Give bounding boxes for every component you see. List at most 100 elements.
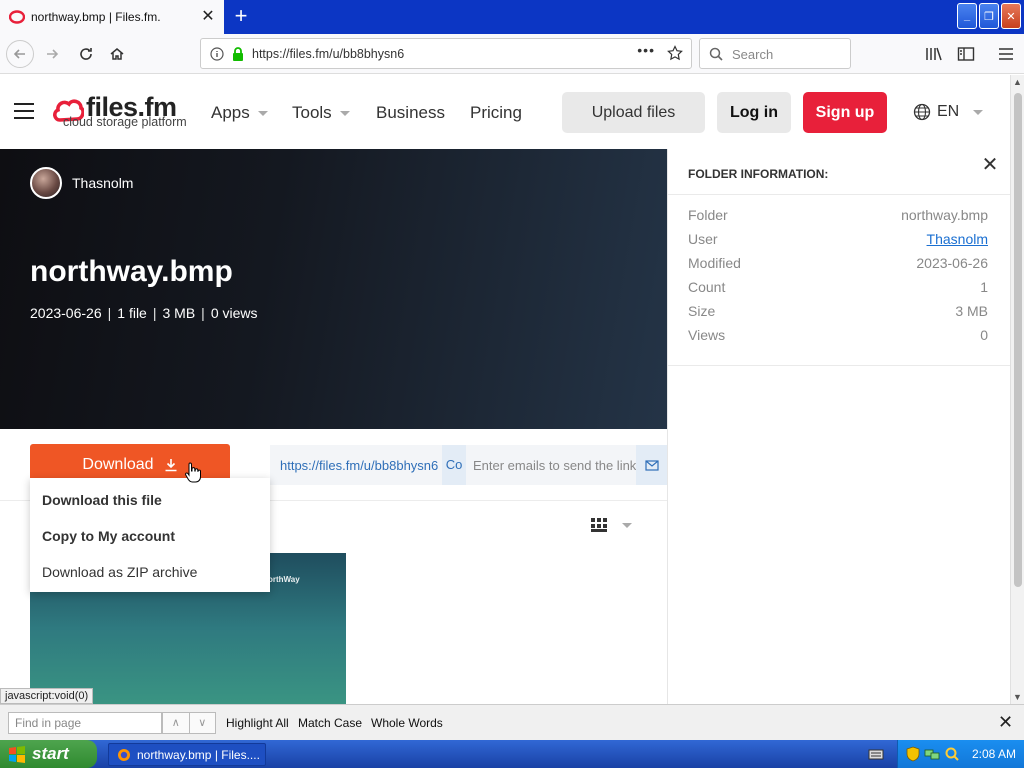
copy-link-button[interactable]: Co: [442, 445, 466, 485]
share-link-field[interactable]: https://files.fm/u/bb8bhysn6: [280, 458, 440, 473]
open-menu-button[interactable]: [992, 40, 1020, 68]
owner-username[interactable]: Thasnolm: [72, 175, 133, 191]
find-in-page-input[interactable]: Find in page: [8, 712, 162, 734]
search-placeholder: Search: [732, 47, 774, 62]
page-title: northway.bmp: [30, 255, 233, 288]
new-tab-button[interactable]: +: [228, 4, 254, 30]
windows-logo-icon: [9, 746, 25, 763]
keyboard-icon[interactable]: [868, 748, 884, 760]
restore-window-button[interactable]: ❐: [979, 3, 999, 29]
info-value: 0: [980, 327, 988, 343]
folder-info-panel: FOLDER INFORMATION: ✕ Folder northway.bmp…: [667, 149, 1011, 704]
url-text[interactable]: https://files.fm/u/bb8bhysn6: [252, 47, 404, 61]
download-icon: [165, 459, 177, 472]
scroll-down-icon[interactable]: ▼: [1013, 692, 1022, 702]
send-email-button[interactable]: [636, 445, 667, 485]
sidebar-icon: [957, 47, 975, 61]
taskbar-item-firefox[interactable]: northway.bmp | Files....: [108, 743, 266, 766]
network-icon[interactable]: [924, 746, 940, 762]
meta-views: 0 views: [210, 305, 258, 321]
library-button[interactable]: [920, 40, 948, 68]
chevron-down-icon: [257, 111, 268, 117]
menu-item-download-zip[interactable]: Download as ZIP archive: [42, 564, 197, 580]
info-row-size: Size 3 MB: [688, 303, 988, 323]
info-value: 1: [980, 279, 988, 295]
browser-navbar: https://files.fm/u/bb8bhysn6 ••• Search: [0, 34, 1024, 74]
info-label: Size: [688, 303, 716, 319]
match-case-toggle[interactable]: Match Case: [298, 716, 362, 730]
home-icon: [110, 48, 124, 60]
language-label: EN: [937, 103, 960, 120]
grid-view-icon: [591, 518, 607, 532]
reload-icon: [80, 48, 92, 60]
sidebar-toggle-button[interactable]: [952, 40, 980, 68]
language-selector[interactable]: EN: [913, 103, 984, 121]
chevron-down-icon: [973, 109, 984, 115]
share-area: https://files.fm/u/bb8bhysn6 Co Enter em…: [270, 445, 667, 485]
highlight-all-toggle[interactable]: Highlight All: [226, 716, 289, 730]
scroll-up-icon[interactable]: ▲: [1013, 77, 1022, 87]
site-header: files.fm cloud storage platform Apps Too…: [0, 75, 1010, 149]
find-navigation: ∧ ∨: [162, 712, 216, 734]
upload-files-button[interactable]: Upload files: [562, 92, 705, 133]
meta-size: 3 MB: [162, 305, 196, 321]
user-link[interactable]: Thasnolm: [927, 231, 988, 247]
search-tray-icon[interactable]: [944, 746, 960, 762]
page-actions-icon[interactable]: •••: [637, 42, 655, 58]
find-next-icon[interactable]: ∨: [188, 713, 216, 733]
find-previous-icon[interactable]: ∧: [163, 713, 189, 733]
arrow-left-icon: [13, 49, 25, 59]
start-button[interactable]: start: [0, 740, 97, 768]
files-fm-favicon-icon: [9, 10, 25, 24]
whole-words-toggle[interactable]: Whole Words: [371, 716, 443, 730]
scrollbar-thumb[interactable]: [1014, 93, 1022, 587]
browser-tab[interactable]: northway.bmp | Files.fm. ✕: [0, 0, 224, 34]
close-icon[interactable]: ✕: [980, 155, 1000, 175]
clock: 2:08 AM: [972, 747, 1017, 761]
library-icon: [926, 47, 942, 61]
info-value: 2023-06-26: [916, 255, 988, 271]
panel-heading: FOLDER INFORMATION:: [688, 167, 829, 181]
close-window-button[interactable]: ✕: [1001, 3, 1021, 29]
hand-cursor-icon: [185, 462, 201, 483]
reload-button[interactable]: [72, 40, 100, 68]
forward-button[interactable]: [38, 40, 66, 68]
page-scrollbar[interactable]: ▲ ▼: [1010, 75, 1024, 704]
menu-pricing[interactable]: Pricing: [470, 103, 522, 123]
info-icon[interactable]: [210, 47, 224, 61]
close-find-bar-icon[interactable]: ✕: [998, 713, 1013, 731]
tab-close-icon[interactable]: ✕: [200, 9, 216, 25]
menu-business[interactable]: Business: [376, 103, 445, 123]
menu-item-copy-to-account[interactable]: Copy to My account: [42, 528, 175, 544]
menu-item-download-file[interactable]: Download this file: [42, 492, 162, 508]
firefox-icon: [118, 748, 130, 761]
url-bar[interactable]: https://files.fm/u/bb8bhysn6 •••: [200, 38, 692, 69]
download-dropdown-menu: Download this file Copy to My account Do…: [30, 478, 270, 592]
meta-date: 2023-06-26: [30, 305, 102, 321]
email-field[interactable]: Enter emails to send the link: [473, 458, 636, 473]
back-button[interactable]: [6, 40, 34, 68]
bookmark-star-icon[interactable]: [667, 45, 683, 61]
menu-tools-label: Tools: [292, 103, 332, 122]
info-value: northway.bmp: [901, 207, 988, 223]
hamburger-menu-icon[interactable]: [14, 103, 34, 119]
log-in-button[interactable]: Log in: [717, 92, 791, 133]
status-link-tooltip: javascript:void(0): [0, 688, 94, 704]
view-toggle[interactable]: [590, 517, 632, 533]
info-row-folder: Folder northway.bmp: [688, 207, 988, 227]
download-label: Download: [82, 456, 154, 473]
sign-up-button[interactable]: Sign up: [803, 92, 887, 133]
info-label: Count: [688, 279, 726, 295]
avatar[interactable]: [30, 167, 62, 199]
security-shield-icon[interactable]: [906, 746, 920, 762]
logo-tagline: cloud storage platform: [63, 115, 187, 129]
menu-apps[interactable]: Apps: [211, 103, 268, 123]
home-button[interactable]: [103, 40, 131, 68]
arrow-right-icon: [47, 49, 59, 59]
minimize-window-button[interactable]: _: [957, 3, 977, 29]
browser-search-bar[interactable]: Search: [699, 38, 851, 69]
info-label: User: [688, 231, 718, 247]
browser-tab-bar: northway.bmp | Files.fm. ✕ + _ ❐ ✕: [0, 0, 1024, 34]
menu-apps-label: Apps: [211, 103, 250, 122]
menu-tools[interactable]: Tools: [292, 103, 350, 123]
